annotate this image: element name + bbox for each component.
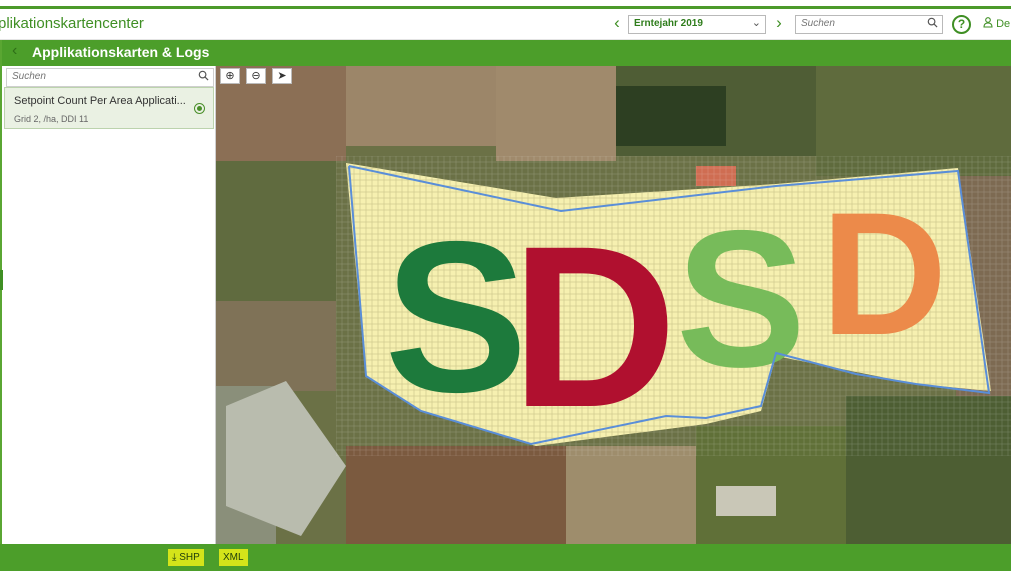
map-view[interactable]: S D S D ⊕ ⊖ ➤ (216, 66, 1011, 544)
help-icon[interactable]: ? (952, 15, 971, 34)
map-canvas[interactable]: S D S D (216, 66, 1011, 544)
sidebar-title: Applikationskarten & Logs (32, 44, 210, 60)
locate-icon[interactable]: ➤ (272, 68, 292, 84)
chevron-down-icon: ⌄ (751, 17, 761, 29)
sidebar-header: ‹ Applikationskarten & Logs (2, 40, 216, 66)
download-shp-button[interactable]: ⤓ SHP (168, 549, 204, 566)
map-letter-4: D (821, 177, 947, 372)
year-select-value: Erntejahr 2019 (634, 18, 703, 29)
map-letter-2: D (511, 198, 677, 455)
zoom-out-icon[interactable]: ⊖ (246, 68, 266, 84)
year-select[interactable]: Erntejahr 2019 ⌄ (628, 15, 766, 34)
app-header: plikationskartencenter ‹ Erntejahr 2019 … (0, 9, 1011, 40)
list-item-name: Setpoint Count Per Area Applicati... (14, 95, 186, 107)
footer-bar: ⤓ SHP XML (0, 544, 1011, 571)
global-search-input[interactable] (801, 18, 919, 29)
download-shp-label: SHP (179, 552, 200, 563)
download-xml-label: XML (223, 552, 244, 563)
previous-year-icon[interactable]: ‹ (610, 12, 624, 34)
sidebar-search-input[interactable] (12, 71, 182, 82)
download-icon: ⤓ (172, 552, 177, 563)
back-icon[interactable]: ‹ (12, 42, 17, 60)
list-item-details: Grid 2, /ha, DDI 11 (14, 114, 89, 124)
search-icon[interactable] (927, 17, 938, 28)
map-letter-3: S (676, 190, 806, 408)
download-xml-button[interactable]: XML (219, 549, 248, 566)
global-search[interactable] (795, 15, 943, 34)
sidebar-search[interactable] (6, 68, 214, 87)
zoom-in-icon[interactable]: ⊕ (220, 68, 240, 84)
list-item[interactable]: Setpoint Count Per Area Applicati... Gri… (4, 87, 214, 129)
user-menu[interactable]: De (983, 17, 1010, 30)
selected-radio-icon[interactable] (194, 103, 205, 114)
map-toolbar-bar (216, 40, 1011, 66)
user-icon (983, 17, 993, 28)
left-edge-marker (0, 270, 3, 290)
app-title: plikationskartencenter (0, 15, 144, 32)
sidebar: ‹ Applikationskarten & Logs Setpoint Cou… (0, 40, 216, 544)
search-icon[interactable] (198, 70, 209, 81)
user-name: De (996, 18, 1011, 30)
next-year-icon[interactable]: › (772, 12, 786, 34)
